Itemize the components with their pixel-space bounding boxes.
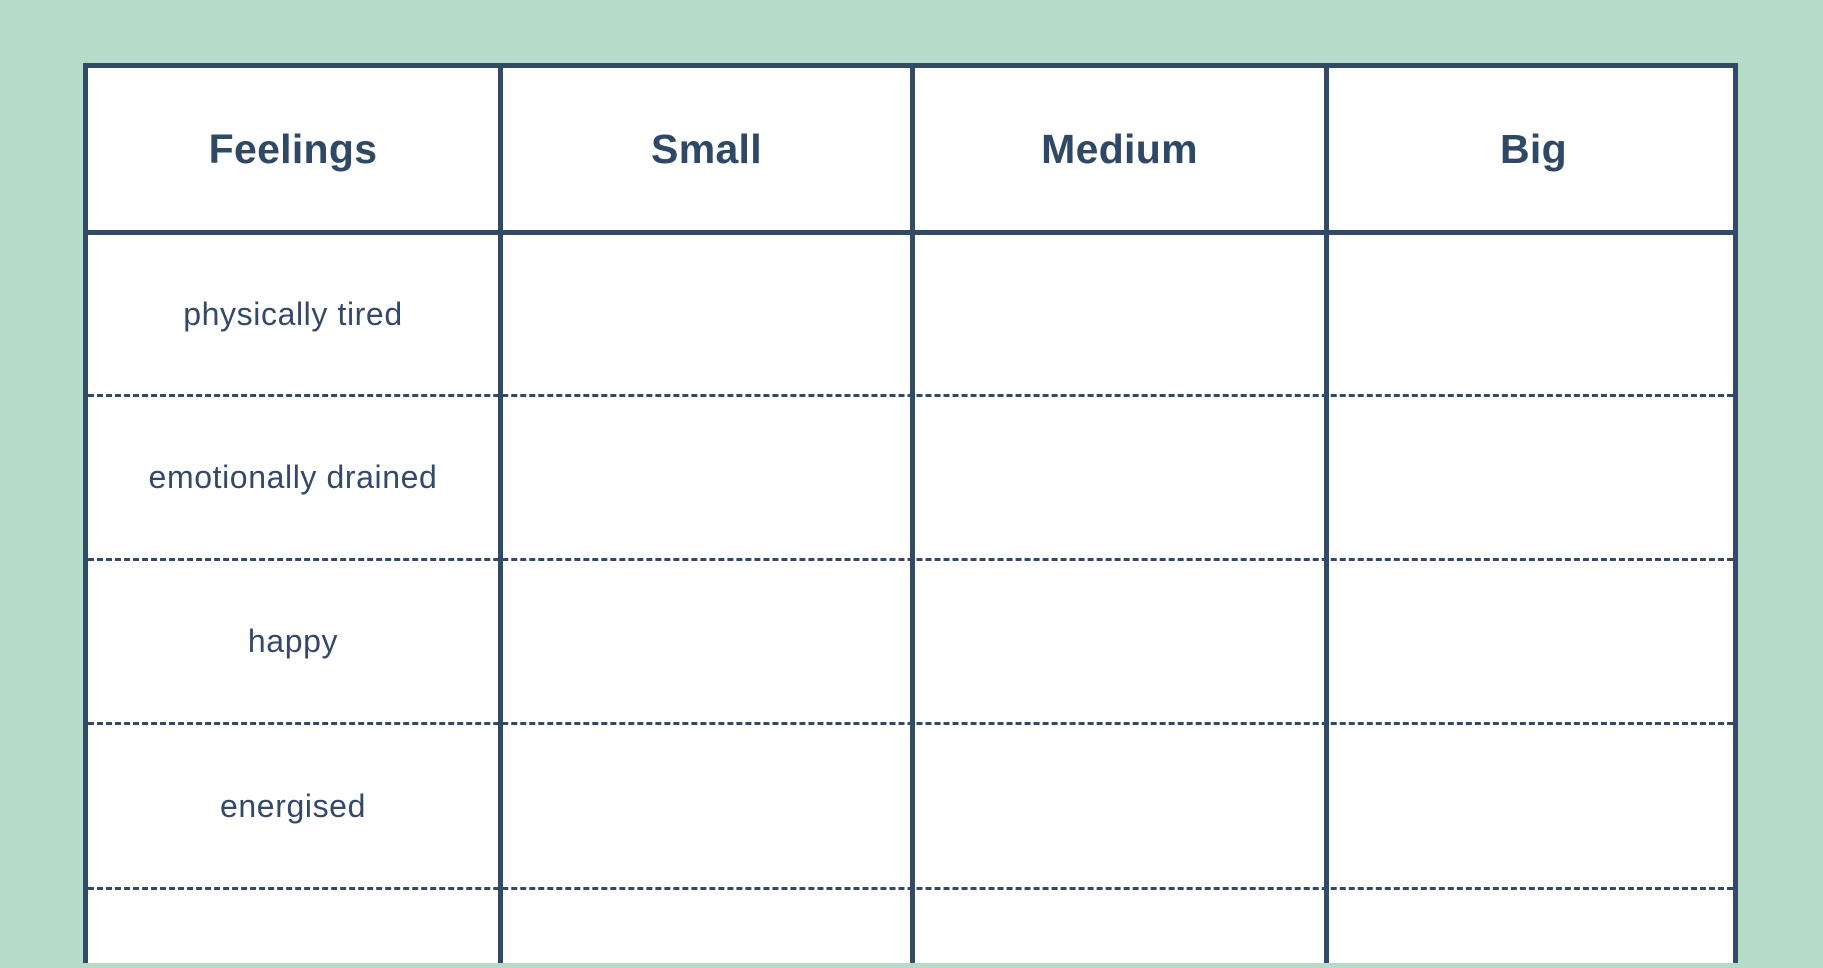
cell-big[interactable] <box>1329 890 1738 968</box>
cell-big[interactable] <box>1329 235 1738 394</box>
header-big: Big <box>1500 125 1567 172</box>
cell-big[interactable] <box>1329 561 1738 722</box>
cell-medium[interactable] <box>915 725 1324 887</box>
cell-medium[interactable] <box>915 397 1324 558</box>
cell-small[interactable] <box>503 725 910 887</box>
cell-medium[interactable] <box>915 561 1324 722</box>
cell-small[interactable] <box>503 235 910 394</box>
cell-medium[interactable] <box>915 890 1324 968</box>
cell-big[interactable] <box>1329 397 1738 558</box>
row-label-energised: energised <box>220 787 366 824</box>
row-label <box>88 890 498 968</box>
cell-medium[interactable] <box>915 235 1324 394</box>
header-medium: Medium <box>1041 125 1198 172</box>
cell-small[interactable] <box>503 561 910 722</box>
cell-small[interactable] <box>503 397 910 558</box>
feelings-table: Feelings Small Medium Big physically tir… <box>83 63 1738 963</box>
header-feelings: Feelings <box>208 125 378 172</box>
row-label-happy: happy <box>247 623 339 659</box>
cell-small[interactable] <box>503 890 910 968</box>
header-small: Small <box>651 125 762 172</box>
row-label-physically-tired: physically tired <box>183 296 403 332</box>
cell-big[interactable] <box>1329 725 1738 887</box>
row-label-emotionally-drained: emotionally drained <box>148 459 438 495</box>
